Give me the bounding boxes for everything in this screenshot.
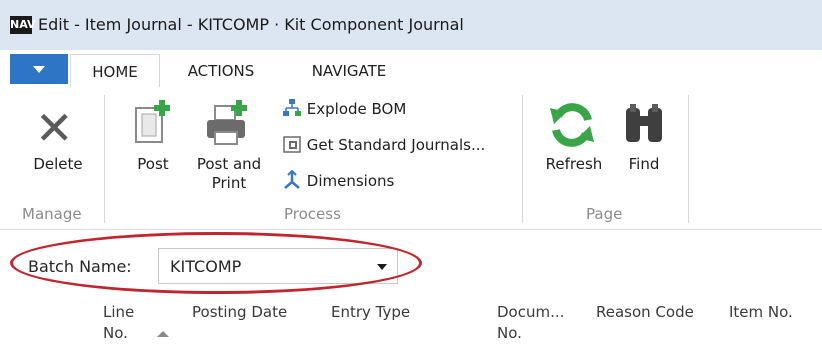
column-header-document-no[interactable]: Docum... No. [497,302,564,344]
explode-bom-button[interactable]: Explode BOM [282,98,406,122]
post-label: Post [137,155,169,173]
group-label-page: Page [586,205,623,223]
printer-icon [207,100,247,145]
column-header-document-no-line2: No. [497,324,522,342]
tree-icon [283,99,301,116]
column-header-reason-code[interactable]: Reason Code [596,302,694,323]
binoculars-icon [626,104,662,142]
dimensions-button[interactable]: Dimensions [282,169,395,194]
column-header-document-no-line1: Docum... [497,303,565,321]
highlight-ellipse [10,232,422,294]
column-header-line-no[interactable]: Line No. [103,302,134,344]
journal-icon [283,136,301,153]
dimensions-icon [284,169,300,189]
dimensions-label: Dimensions [306,172,395,190]
group-separator [104,95,105,223]
column-header-entry-type[interactable]: Entry Type [331,302,410,323]
window-title: Edit - Item Journal - KITCOMP · Kit Comp… [38,15,464,34]
delete-label: Delete [33,155,83,173]
tab-navigate[interactable]: NAVIGATE [290,54,408,86]
column-header-line-no-line2: No. [103,324,128,342]
group-label-manage: Manage [22,205,82,223]
column-header-item-no[interactable]: Item No. [729,302,793,323]
sort-ascending-icon [157,331,169,337]
post-and-print-label-line2: Print [211,174,247,192]
post-and-print-label: Post and Print [184,155,274,193]
column-header-line-no-line1: Line [103,303,135,321]
find-label: Find [628,155,660,173]
post-document-icon [135,100,170,143]
column-header-posting-date[interactable]: Posting Date [192,302,287,323]
tab-actions[interactable]: ACTIONS [168,54,274,86]
refresh-icon [550,103,594,147]
group-separator [688,95,689,223]
get-standard-journals-button[interactable]: Get Standard Journals... [282,134,485,158]
app-logo-icon: NAV [10,16,36,34]
refresh-label: Refresh [545,155,603,173]
close-x-icon: ✕ [35,101,74,155]
get-standard-journals-label: Get Standard Journals... [306,136,486,154]
chevron-down-icon [33,66,45,73]
group-label-process: Process [284,205,341,223]
tab-home[interactable]: HOME [70,54,160,88]
post-and-print-label-line1: Post and [196,155,262,173]
group-separator [522,95,523,223]
explode-bom-label: Explode BOM [306,100,407,118]
